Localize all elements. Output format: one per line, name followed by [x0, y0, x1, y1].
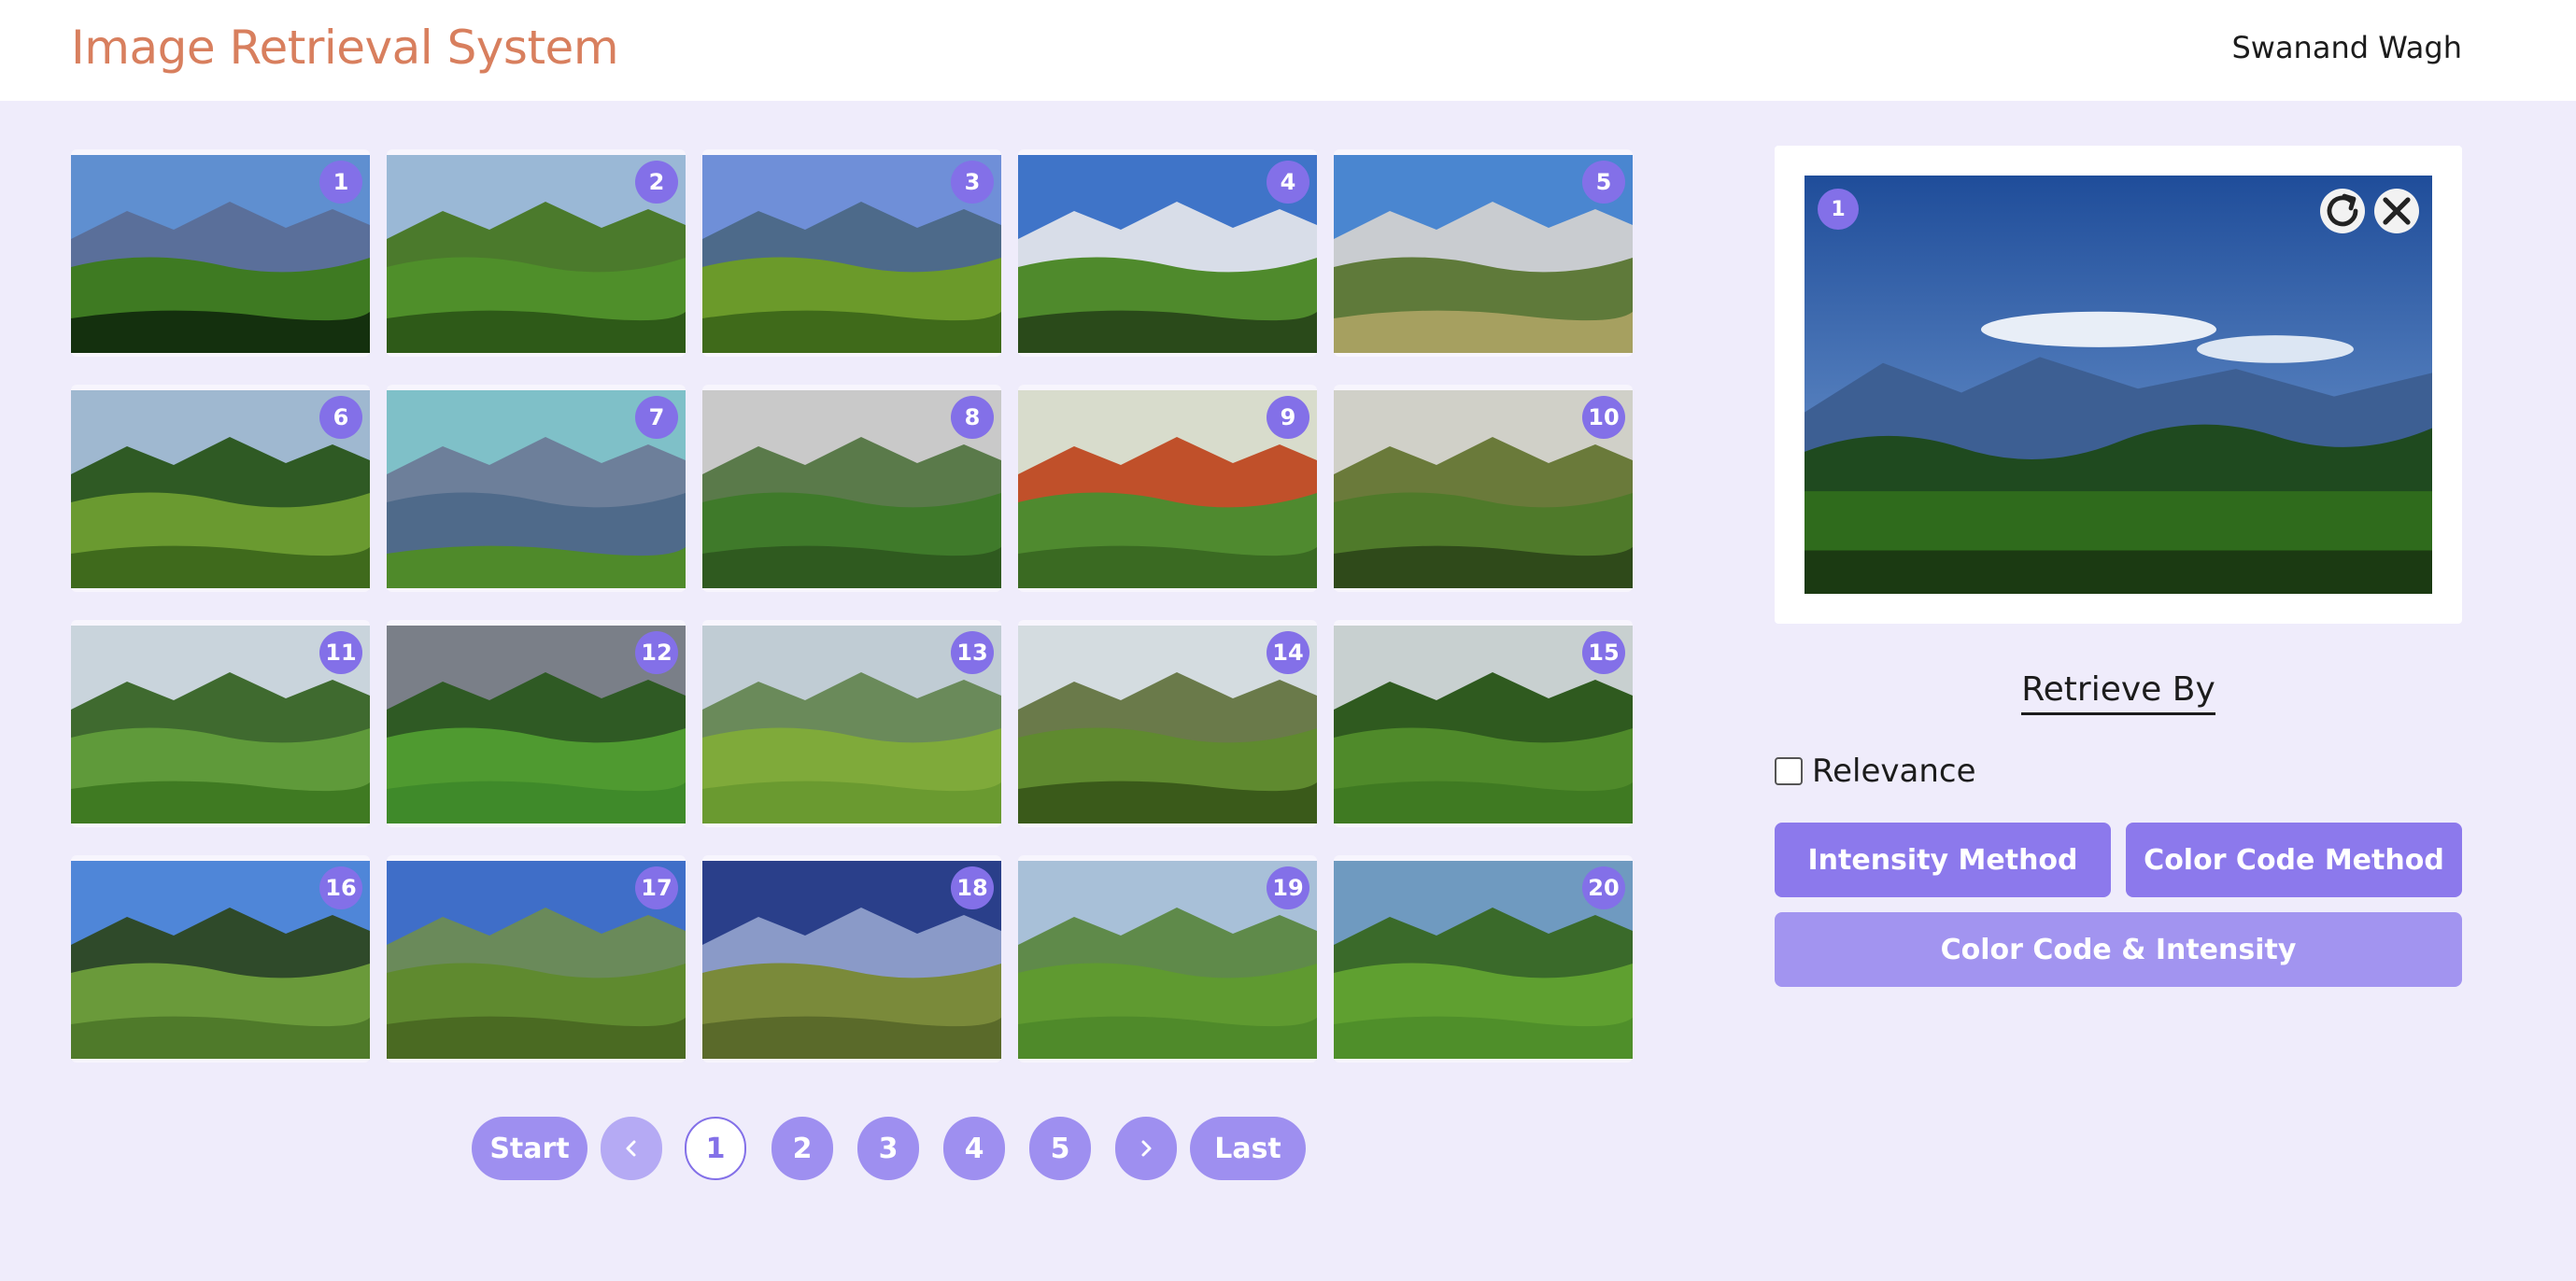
gallery-thumbnail[interactable]: 9	[1018, 385, 1317, 592]
thumbnail-number: 15	[1582, 631, 1625, 674]
relevance-checkbox[interactable]	[1775, 757, 1803, 785]
chevron-right-icon	[1141, 1140, 1152, 1157]
last-page-button[interactable]: Last	[1190, 1117, 1306, 1180]
thumbnail-number: 18	[951, 866, 994, 909]
color-code-intensity-button[interactable]: Color Code & Intensity	[1775, 912, 2462, 987]
thumbnail-number: 8	[951, 396, 994, 439]
gallery-thumbnail[interactable]: 11	[71, 620, 370, 827]
gallery-thumbnail[interactable]: 5	[1334, 149, 1633, 357]
thumbnail-number: 10	[1582, 396, 1625, 439]
intensity-method-button[interactable]: Intensity Method	[1775, 823, 2111, 897]
reset-button[interactable]	[2320, 189, 2365, 233]
gallery-thumbnail[interactable]: 10	[1334, 385, 1633, 592]
gallery-thumbnail[interactable]: 20	[1334, 855, 1633, 1063]
thumbnail-number: 16	[319, 866, 362, 909]
thumbnail-number: 13	[951, 631, 994, 674]
gallery-thumbnail[interactable]: 4	[1018, 149, 1317, 357]
thumbnail-number: 12	[635, 631, 678, 674]
gallery-thumbnail[interactable]: 14	[1018, 620, 1317, 827]
close-preview-button[interactable]	[2374, 189, 2419, 233]
thumbnail-number: 2	[635, 161, 678, 204]
image-gallery: 1 2 3 4 5 6 7 8 9 10 11 12 13 14 15 16 17 18 19 20	[71, 149, 1633, 1068]
selected-image-number: 1	[1818, 189, 1859, 230]
retrieve-by-title: Retrieve By	[2021, 670, 2215, 715]
thumbnail-number: 9	[1267, 396, 1309, 439]
gallery-thumbnail[interactable]: 7	[387, 385, 686, 592]
thumbnail-number: 1	[319, 161, 362, 204]
gallery-thumbnail[interactable]: 16	[71, 855, 370, 1063]
gallery-thumbnail[interactable]: 19	[1018, 855, 1317, 1063]
thumbnail-number: 6	[319, 396, 362, 439]
top-bar: Image Retrieval System Swanand Wagh	[0, 0, 2576, 101]
gallery-thumbnail[interactable]: 15	[1334, 620, 1633, 827]
thumbnail-number: 19	[1267, 866, 1309, 909]
color-code-method-button[interactable]: Color Code Method	[2126, 823, 2462, 897]
thumbnail-number: 5	[1582, 161, 1625, 204]
page-5-button[interactable]: 5	[1029, 1117, 1091, 1180]
relevance-option[interactable]: Relevance	[1775, 753, 1976, 790]
page-2-button[interactable]: 2	[771, 1117, 833, 1180]
app-title: Image Retrieval System	[71, 21, 619, 75]
page-1-button[interactable]: 1	[685, 1117, 746, 1180]
retrieve-by-heading: Retrieve By	[1775, 670, 2462, 715]
thumbnail-number: 4	[1267, 161, 1309, 204]
gallery-thumbnail[interactable]: 3	[702, 149, 1001, 357]
selected-image: 1	[1805, 176, 2432, 594]
next-page-button[interactable]	[1115, 1117, 1177, 1180]
gallery-thumbnail[interactable]: 17	[387, 855, 686, 1063]
gallery-thumbnail[interactable]: 1	[71, 149, 370, 357]
refresh-icon	[2327, 193, 2358, 227]
gallery-thumbnail[interactable]: 18	[702, 855, 1001, 1063]
gallery-thumbnail[interactable]: 8	[702, 385, 1001, 592]
page-4-button[interactable]: 4	[943, 1117, 1005, 1180]
close-icon	[2383, 197, 2411, 225]
relevance-label: Relevance	[1812, 753, 1976, 790]
thumbnail-number: 7	[635, 396, 678, 439]
thumbnail-number: 11	[319, 631, 362, 674]
selected-image-card: 1	[1775, 146, 2462, 624]
gallery-thumbnail[interactable]: 13	[702, 620, 1001, 827]
previous-page-button[interactable]	[601, 1117, 662, 1180]
thumbnail-number: 14	[1267, 631, 1309, 674]
thumbnail-number: 3	[951, 161, 994, 204]
gallery-thumbnail[interactable]: 6	[71, 385, 370, 592]
start-page-button[interactable]: Start	[472, 1117, 587, 1180]
page-3-button[interactable]: 3	[857, 1117, 919, 1180]
gallery-thumbnail[interactable]: 2	[387, 149, 686, 357]
user-name[interactable]: Swanand Wagh	[2231, 30, 2462, 65]
gallery-thumbnail[interactable]: 12	[387, 620, 686, 827]
thumbnail-number: 17	[635, 866, 678, 909]
chevron-left-icon	[626, 1140, 636, 1157]
thumbnail-number: 20	[1582, 866, 1625, 909]
